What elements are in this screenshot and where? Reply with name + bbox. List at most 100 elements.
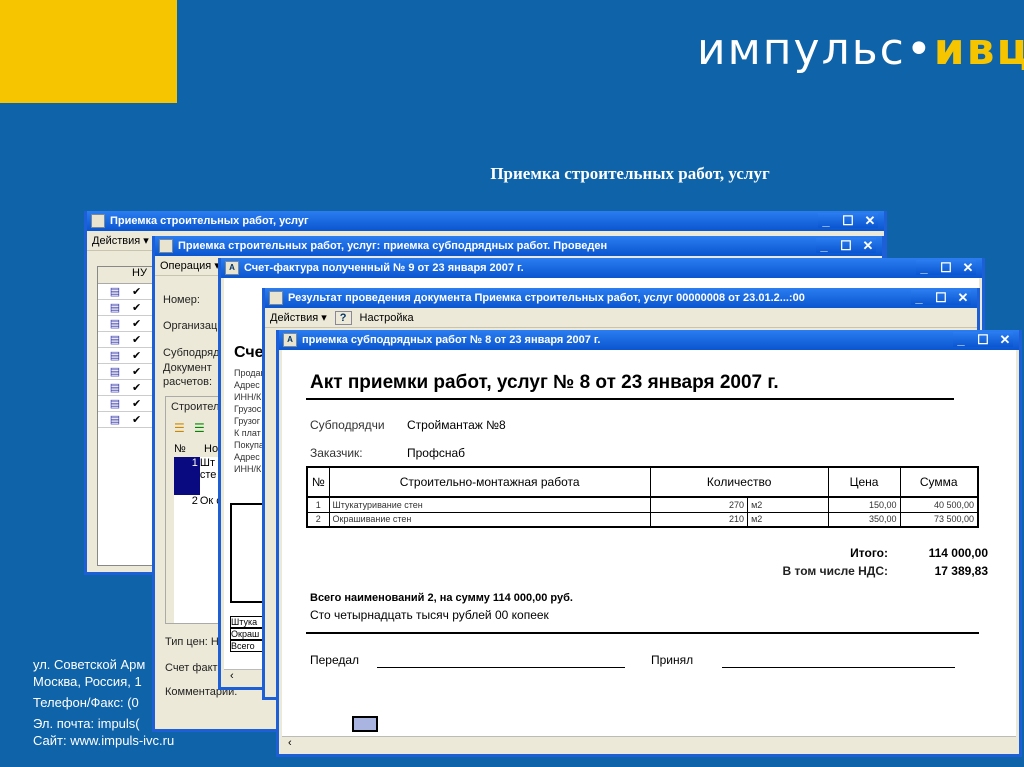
- cell-qty: 270: [649, 496, 749, 513]
- minimize-button[interactable]: _: [953, 332, 969, 347]
- number-label: Номер:: [163, 294, 200, 306]
- invoice-line: ИНН/К: [234, 464, 262, 474]
- operation-menu[interactable]: Операция ▾: [160, 259, 220, 272]
- check-icon: ✔: [132, 414, 142, 426]
- contact-site: Сайт: www.impuls-ivc.ru: [33, 733, 175, 748]
- cell-name: Штукатуривание стен: [328, 496, 651, 513]
- report-icon: A: [283, 333, 297, 347]
- received-label: Принял: [651, 653, 694, 667]
- cell-name: Окрашивание стен: [328, 511, 651, 528]
- vat-label: В том числе НДС:: [782, 564, 888, 578]
- invoice-label: Счет факт: [165, 662, 218, 674]
- window-title: приемка субподрядных работ № 8 от 23 янв…: [302, 334, 601, 346]
- close-button[interactable]: ✕: [997, 332, 1013, 347]
- works-table: № Строительно-монтажная работа Количеств…: [306, 466, 979, 528]
- invoice-line: Продав: [234, 368, 266, 378]
- minimize-button[interactable]: _: [818, 213, 834, 228]
- document-icon: ▤: [109, 350, 121, 362]
- table-row[interactable]: ▤ ✔: [98, 364, 156, 380]
- maximize-button[interactable]: ☐: [938, 260, 954, 275]
- total-value: 114 000,00: [928, 546, 988, 560]
- close-button[interactable]: ✕: [862, 213, 878, 228]
- check-icon: ✔: [132, 366, 142, 378]
- title-bar[interactable]: Приемка строительных работ, услуг _ ☐ ✕: [87, 211, 884, 231]
- act-heading: Акт приемки работ, услуг № 8 от 23 январ…: [310, 372, 779, 393]
- table-row[interactable]: ▤ ✔: [98, 316, 156, 332]
- check-icon: ✔: [132, 318, 142, 330]
- price-type-label: Тип цен: Н: [165, 636, 219, 648]
- handed-over-signature-line: [377, 667, 625, 668]
- title-bar[interactable]: Aприемка субподрядных работ № 8 от 23 ян…: [279, 330, 1019, 350]
- table-row[interactable]: ▤ ✔: [98, 284, 156, 300]
- maximize-button[interactable]: ☐: [975, 332, 991, 347]
- table-row[interactable]: ▤ ✔: [98, 332, 156, 348]
- amount-in-words: Сто четырнадцать тысяч рублей 00 копеек: [310, 608, 549, 622]
- embedded-object[interactable]: [352, 716, 378, 732]
- document-icon: ▤: [109, 302, 121, 314]
- report-icon: A: [225, 261, 239, 275]
- cell-n: 2: [306, 511, 330, 528]
- check-icon: ✔: [132, 334, 142, 346]
- table-row[interactable]: ▤ ✔: [98, 380, 156, 396]
- cell-unit: м2: [747, 511, 829, 528]
- settings-button[interactable]: Настройка: [360, 312, 414, 324]
- contact-address: ул. Советской Арм: [33, 657, 146, 672]
- close-button[interactable]: ✕: [960, 260, 976, 275]
- table-row[interactable]: ▤ ✔: [98, 348, 156, 364]
- col-number: №: [174, 443, 186, 455]
- invoice-line: Грузог: [234, 416, 261, 426]
- minimize-button[interactable]: _: [816, 238, 832, 253]
- document-icon: ▤: [109, 382, 121, 394]
- document-icon: ▤: [109, 414, 121, 426]
- slide-title: Приемка строительных работ, услуг: [490, 164, 770, 183]
- table-row[interactable]: ▤ ✔: [98, 396, 156, 412]
- subcontractor-label: Субподрядчи: [310, 418, 385, 432]
- title-bar[interactable]: Приемка строительных работ, услуг: прием…: [155, 236, 882, 256]
- check-icon: ✔: [132, 302, 142, 314]
- window-title: Счет-фактура полученный № 9 от 23 января…: [244, 262, 524, 274]
- cell-qty: 210: [649, 511, 749, 528]
- horizontal-scrollbar[interactable]: ‹: [282, 736, 1016, 754]
- minimize-button[interactable]: _: [911, 290, 927, 305]
- close-button[interactable]: ✕: [955, 290, 971, 305]
- close-button[interactable]: ✕: [860, 238, 876, 253]
- table-row: 1 Штукатуривание стен 270 м2 150,00 40 500,00: [306, 496, 979, 513]
- invoice-line: Адрес: [234, 452, 260, 462]
- invoice-line: Адрес: [234, 380, 260, 390]
- maximize-button[interactable]: ☐: [838, 238, 854, 253]
- minimize-button[interactable]: _: [916, 260, 932, 275]
- invoice-line: Грузос: [234, 404, 262, 414]
- table-row[interactable]: ▤ ✔: [98, 300, 156, 316]
- col-name: Но: [204, 443, 219, 455]
- documents-table[interactable]: НУ ▤ ✔ ▤ ✔ ▤ ✔ ▤ ✔ ▤ ✔ ▤ ✔ ▤ ✔ ▤ ✔ ▤ ✔: [97, 266, 157, 566]
- title-bar[interactable]: Результат проведения документа Приемка с…: [265, 288, 977, 308]
- check-icon: ✔: [132, 382, 142, 394]
- invoice-line: ИНН/К: [234, 392, 262, 402]
- cell-n: 1: [306, 496, 330, 513]
- copy-row-icon[interactable]: ☰: [194, 421, 205, 435]
- actions-menu[interactable]: Действия ▾: [92, 234, 149, 247]
- cell-sum: 40 500,00: [899, 496, 979, 513]
- add-row-icon[interactable]: ☰: [174, 421, 185, 435]
- subcontractor-value: Строймантаж №8: [407, 418, 506, 432]
- check-icon: ✔: [132, 286, 142, 298]
- table-row[interactable]: ▤ ✔: [98, 412, 156, 428]
- maximize-button[interactable]: ☐: [840, 213, 856, 228]
- contact-email: Эл. почта: impuls(: [33, 716, 140, 731]
- actions-menu[interactable]: Действия ▾: [270, 311, 327, 324]
- logo: импульс•ивц: [697, 24, 1024, 75]
- total-label: Итого:: [850, 546, 888, 560]
- window-title: Результат проведения документа Приемка с…: [288, 292, 805, 304]
- cell-price: 150,00: [827, 496, 901, 513]
- invoice-line: К плат: [234, 428, 261, 438]
- help-button[interactable]: ?: [334, 310, 352, 325]
- title-bar[interactable]: A Счет-фактура полученный № 9 от 23 январ…: [221, 258, 982, 278]
- contact-phone: Телефон/Факс: (0: [33, 695, 139, 710]
- document-icon: ▤: [109, 366, 121, 378]
- handed-over-label: Передал: [310, 653, 360, 667]
- maximize-button[interactable]: ☐: [933, 290, 949, 305]
- window-title: Приемка строительных работ, услуг: прием…: [178, 240, 608, 252]
- folder-icon: [91, 214, 105, 228]
- organization-label: Организац: [163, 320, 218, 332]
- window-acceptance-act[interactable]: Aприемка субподрядных работ № 8 от 23 ян…: [276, 330, 1022, 757]
